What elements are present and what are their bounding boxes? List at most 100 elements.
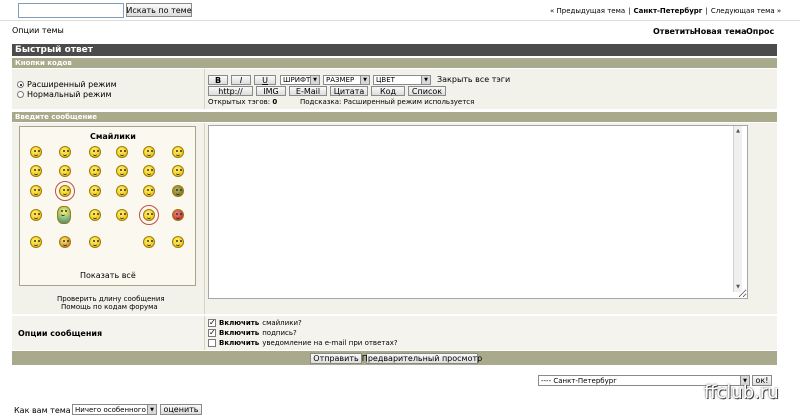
color-select[interactable]: ЦВЕТ ▼ [373, 75, 431, 85]
smiley-icon[interactable] [143, 165, 155, 177]
chevron-down-icon: ▼ [310, 76, 319, 84]
topic-navigation: « Предыдущая тема | Санкт-Петербург | Следую… [550, 7, 781, 15]
message-header: Введите сообщение [12, 112, 777, 122]
poll-link[interactable]: Опрос [746, 27, 774, 36]
topic-options-menu[interactable]: Опции темы [12, 26, 64, 35]
next-topic-link[interactable]: Следующая тема » [711, 7, 781, 15]
smiley-icon[interactable] [116, 146, 128, 158]
message-scrollbar[interactable]: ▲ ▼ [733, 126, 742, 292]
enable-smilies-checkbox[interactable]: ✓ [208, 319, 216, 327]
smiley-icon[interactable] [116, 185, 128, 197]
color-select-value: ЦВЕТ [376, 76, 395, 84]
current-forum-link[interactable]: Санкт-Петербург [634, 7, 703, 15]
smiley-icon[interactable] [143, 236, 155, 248]
forum-codes-help-link[interactable]: Помощь по кодам форума [61, 303, 158, 311]
smiley-icon[interactable] [172, 146, 184, 158]
font-select[interactable]: ШРИФТ ▼ [280, 75, 320, 85]
scroll-down-icon[interactable]: ▼ [734, 283, 742, 291]
mode-normal-label: Нормальный режим [27, 90, 112, 99]
enable-smilies-option[interactable]: ✓ Включить смайлики? [208, 319, 302, 327]
panel-divider [204, 316, 205, 350]
size-select[interactable]: РАЗМЕР ▼ [323, 75, 370, 85]
smiley-icon[interactable] [143, 185, 155, 197]
smiley-icon[interactable] [172, 165, 184, 177]
search-topic-button[interactable]: Искать по теме [126, 3, 192, 17]
preview-button[interactable]: Предварительный просмотр [362, 353, 482, 364]
size-select-value: РАЗМЕР [326, 76, 355, 84]
smiley-icon[interactable] [89, 209, 101, 221]
topic-search-input[interactable] [18, 3, 124, 18]
message-options-label: Опции сообщения [18, 329, 103, 338]
rate-topic-value: Ничего особенного [75, 405, 146, 414]
scroll-up-icon[interactable]: ▲ [734, 127, 742, 135]
enable-signature-option[interactable]: ✓ Включить подпись? [208, 329, 297, 337]
smilies-box [19, 126, 196, 286]
open-tags-label: Открытых тэгов: [208, 98, 271, 106]
smilies-title: Смайлики [90, 132, 136, 141]
smiley-icon[interactable] [59, 165, 71, 177]
smiley-icon[interactable] [116, 209, 128, 221]
radio-normal[interactable] [17, 91, 24, 98]
smiley-icon[interactable] [30, 146, 42, 158]
smiley-icon[interactable] [139, 205, 159, 225]
underline-button[interactable]: U [254, 75, 276, 85]
smiley-icon[interactable] [89, 236, 101, 248]
send-button[interactable]: Отправить [310, 353, 362, 364]
site-watermark: ffclub.ru [704, 382, 779, 403]
email-notify-checkbox[interactable] [208, 339, 216, 347]
smiley-icon[interactable] [143, 146, 155, 158]
quote-button[interactable]: Цитата [330, 86, 368, 96]
rate-topic-button[interactable]: оценить [160, 404, 202, 415]
smiley-icon[interactable] [30, 209, 42, 221]
mode-advanced-label: Расширенный режим [27, 80, 117, 89]
smiley-icon[interactable] [172, 209, 184, 221]
smiley-icon[interactable] [172, 185, 184, 197]
smiley-icon[interactable] [30, 185, 42, 197]
smiley-icon[interactable] [59, 236, 71, 248]
nav-separator: | [628, 7, 631, 15]
smiley-icon[interactable] [89, 185, 101, 197]
code-buttons-header: Кнопки кодов [12, 58, 777, 68]
list-button[interactable]: Список [408, 86, 446, 96]
option-text: уведомление на e-mail при ответах? [262, 339, 398, 347]
nav-separator: | [705, 7, 708, 15]
url-button[interactable]: http:// [208, 86, 253, 96]
open-tags-count: 0 [272, 98, 278, 106]
rate-topic-label: Как вам тема ? [14, 406, 78, 415]
enable-signature-checkbox[interactable]: ✓ [208, 329, 216, 337]
prev-topic-link[interactable]: « Предыдущая тема [550, 7, 625, 15]
hint-text: Подсказка: Расширенный режим используетс… [300, 98, 475, 106]
check-length-link[interactable]: Проверить длину сообщения [57, 295, 165, 303]
message-textarea[interactable] [208, 125, 748, 299]
open-tags-indicator: Открытых тэгов: 0 [208, 98, 277, 106]
panel-divider [204, 123, 205, 314]
code-button[interactable]: Код [371, 86, 405, 96]
smiley-icon[interactable] [57, 206, 71, 224]
bold-button[interactable]: B [208, 75, 228, 85]
email-notify-option[interactable]: Включить уведомление на e-mail при ответ… [208, 339, 398, 347]
show-all-smilies-link[interactable]: Показать всё [80, 271, 136, 280]
italic-button[interactable]: I [231, 75, 251, 85]
option-text: подпись? [262, 329, 297, 337]
mode-normal[interactable]: Нормальный режим [17, 90, 111, 99]
forum-jump-value: ---- Санкт-Петербург [541, 376, 617, 385]
smiley-icon[interactable] [172, 236, 184, 248]
option-bold: Включить [219, 339, 260, 347]
option-bold: Включить [219, 329, 260, 337]
radio-advanced[interactable] [17, 81, 24, 88]
smiley-icon[interactable] [30, 165, 42, 177]
close-all-tags-link[interactable]: Закрыть все тэги [437, 75, 510, 84]
reply-link[interactable]: Ответить [653, 27, 695, 36]
mode-advanced[interactable]: Расширенный режим [17, 80, 117, 89]
option-bold: Включить [219, 319, 260, 327]
smiley-icon[interactable] [89, 165, 101, 177]
smiley-icon[interactable] [89, 146, 101, 158]
smiley-icon[interactable] [55, 181, 75, 201]
rate-topic-select[interactable]: Ничего особенного ▼ [72, 404, 157, 415]
smiley-icon[interactable] [30, 236, 42, 248]
smiley-icon[interactable] [116, 165, 128, 177]
smiley-icon[interactable] [59, 146, 71, 158]
email-button[interactable]: E-Mail [289, 86, 327, 96]
new-topic-link[interactable]: Новая тема [694, 27, 747, 36]
img-button[interactable]: IMG [256, 86, 286, 96]
